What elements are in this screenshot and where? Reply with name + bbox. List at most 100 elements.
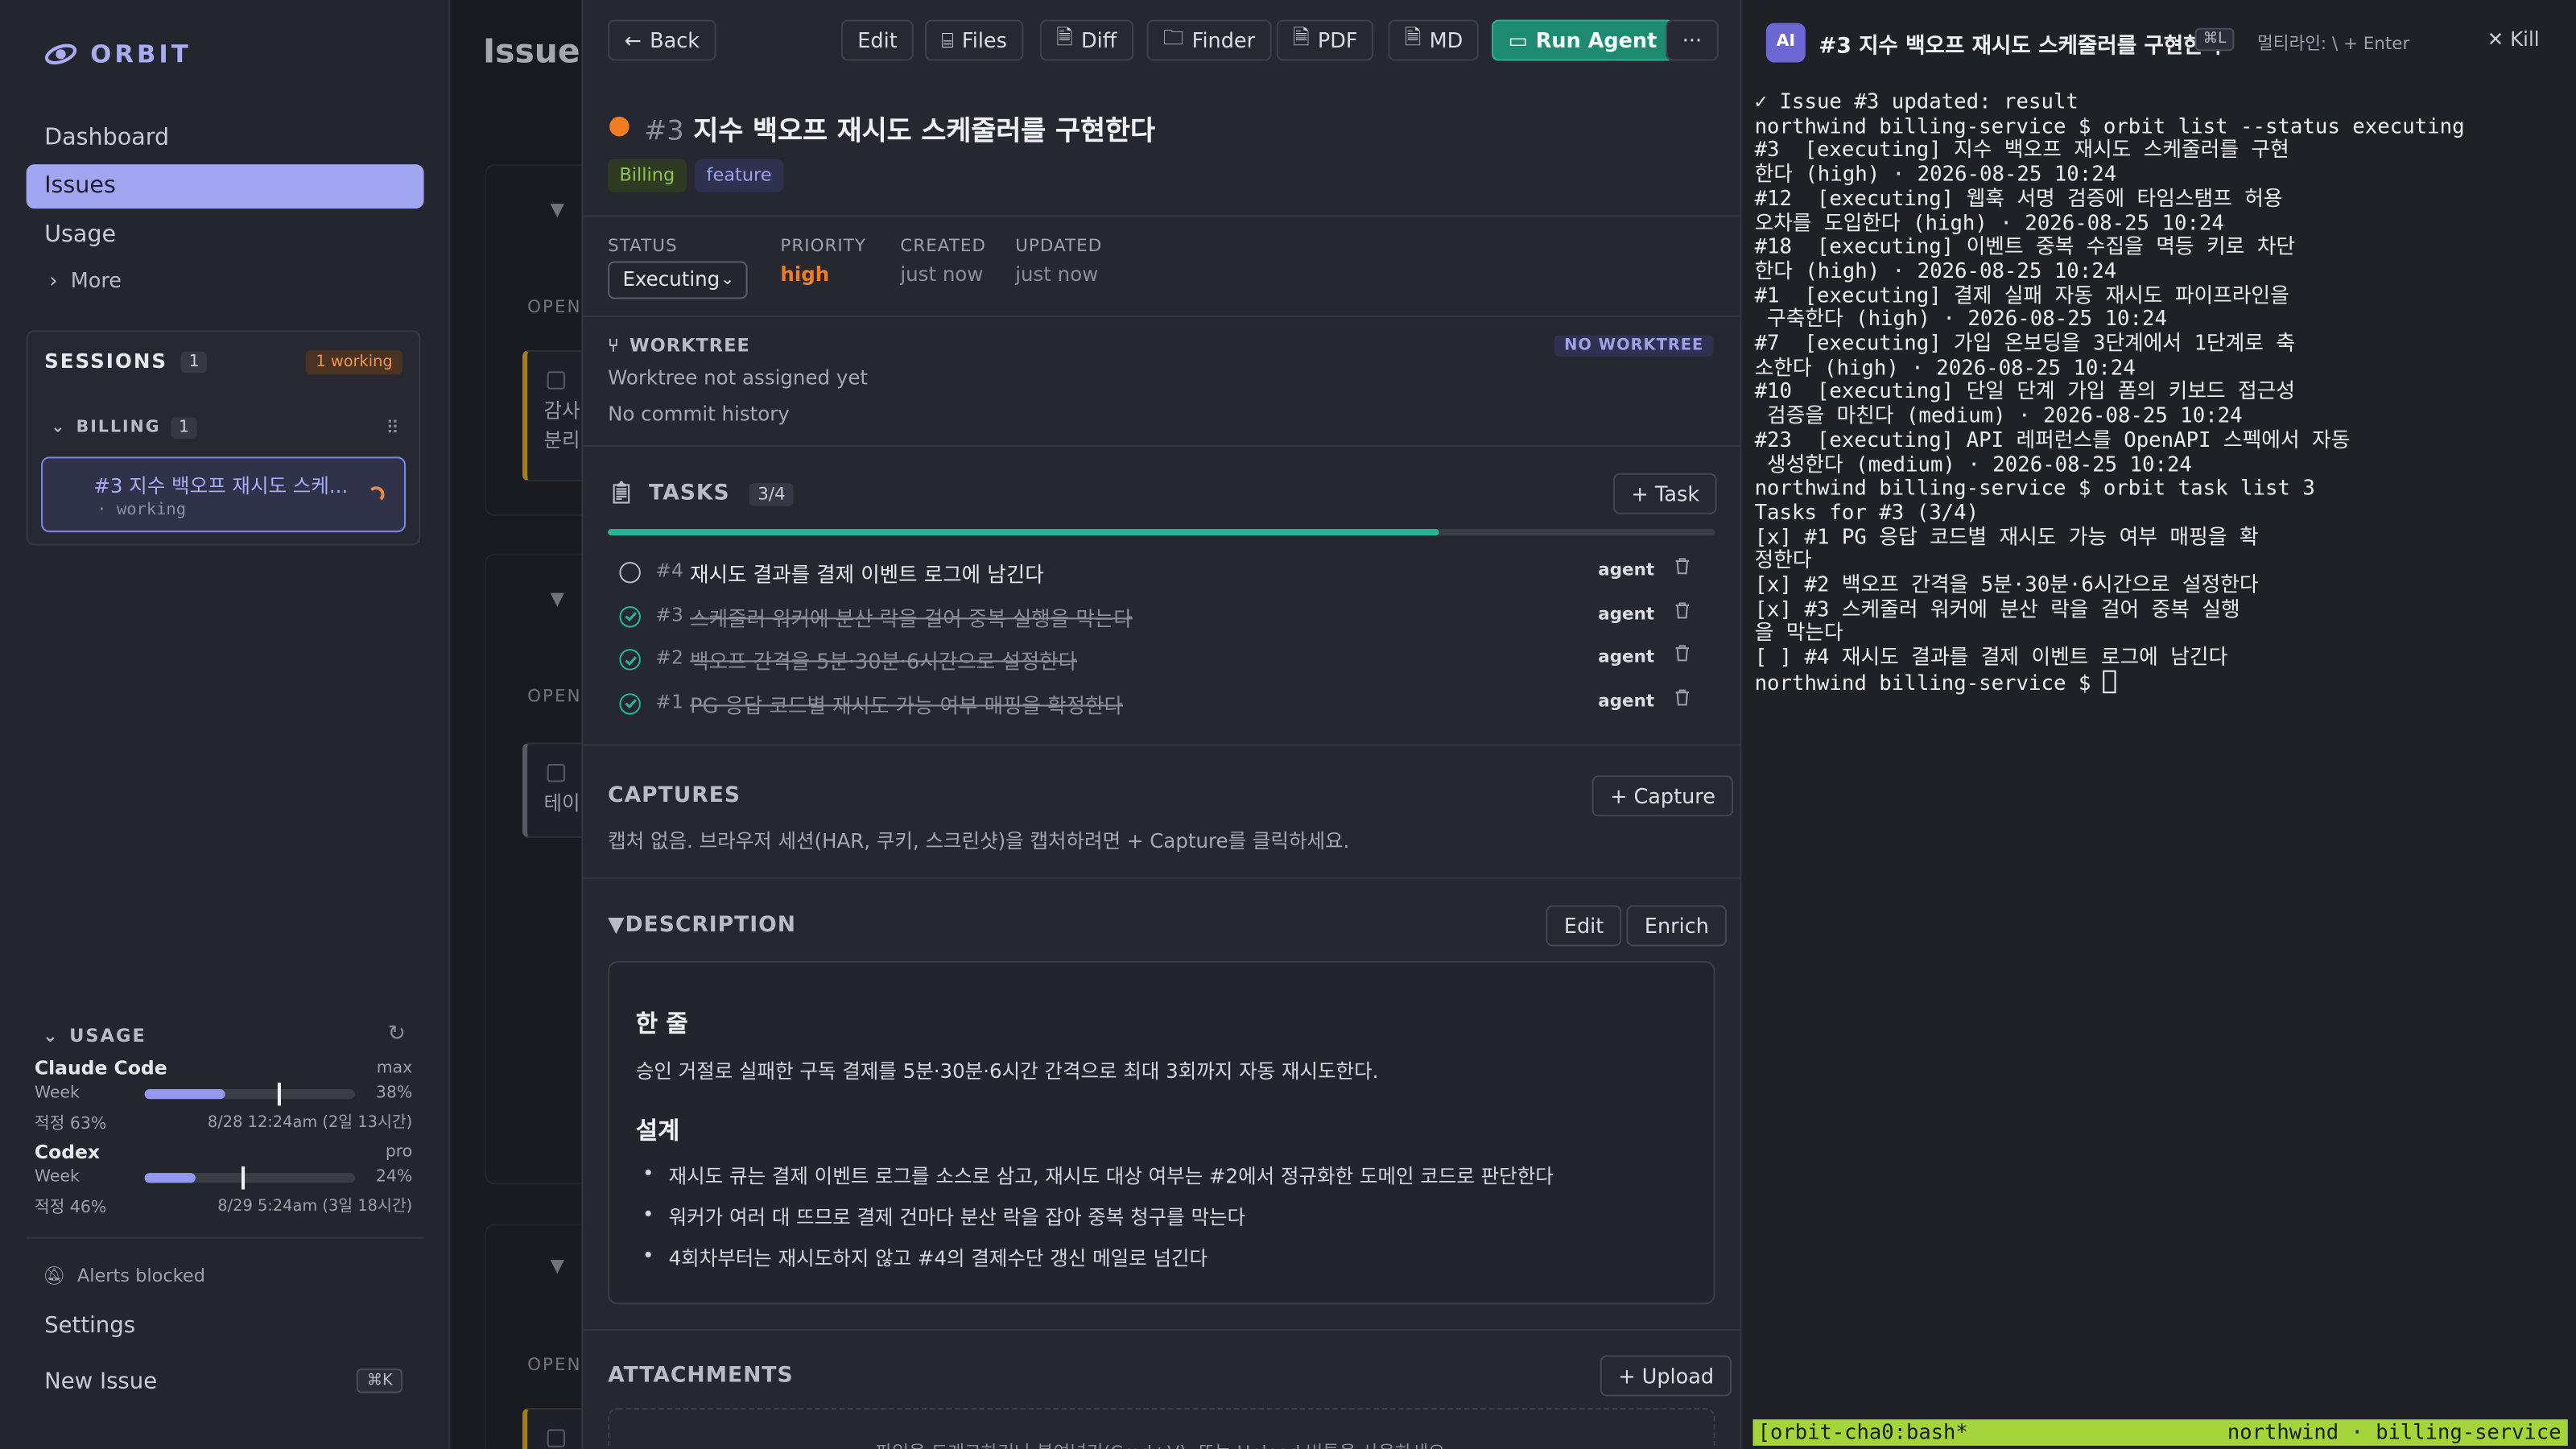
edit-button[interactable]: Edit [840,19,914,61]
created-label: CREATED [900,236,987,257]
updated-label: UPDATED [1015,236,1103,257]
terminal-line: 을 막는다 [1754,620,1843,645]
drag-handle-icon[interactable]: ⠿ [386,417,398,439]
file-pdf-icon: 🗎︎ [1293,24,1310,50]
description-toggle[interactable]: ▼DESCRIPTION [608,914,796,939]
terminal-shortcut: ⌘L [2194,27,2235,52]
chat-icon: ▭ [1508,27,1528,53]
priority-value: high [780,262,830,287]
nav-more[interactable]: › More [49,268,122,293]
description-body: 한 줄 승인 거절로 실패한 구독 결제를 5분·30분·6시간 간격으로 최대… [608,960,1715,1305]
edit-description-button[interactable]: Edit [1546,905,1622,947]
sessions-header: SESSIONS 1 [44,350,208,373]
terminal-line: Tasks for #3 (3/4) [1754,499,1979,524]
terminal-output[interactable]: ✓ Issue #3 updated: result northwind bill… [1754,89,2570,696]
alerts-label: Alerts blocked [76,1265,205,1286]
session-status: · working [97,501,186,519]
nav-usage[interactable]: Usage [27,213,424,258]
usage-header[interactable]: ⌄ USAGE [43,1025,147,1046]
tag-feature[interactable]: feature [695,159,783,192]
usage-percent: 24% [375,1168,413,1187]
agent-terminal[interactable]: AI #3 지수 백오프 재시도 스케줄러를 구현한다 ⌘L 멀티라인: \ +… [1743,0,2576,1449]
session-group-name: BILLING [76,419,161,437]
upload-button[interactable]: + Upload [1600,1355,1732,1397]
kill-label: Kill [2510,27,2540,52]
usage-name: Claude Code [34,1056,167,1080]
task-number: #4 [655,558,683,582]
divider [583,877,1740,879]
bell-off-icon: 🔕︎ [43,1265,66,1286]
nav-more-label: More [70,267,122,293]
files-button[interactable]: ⌸ Files [924,19,1024,61]
files-icon: ⌸ [941,27,954,52]
session-item[interactable]: #3 지수 백오프 재시도 스케... · working [41,456,407,533]
chevron-right-icon: › [49,267,58,293]
trash-icon[interactable] [1674,644,1690,667]
tasks-count: 3/4 [749,481,794,506]
nav-issues[interactable]: Issues [26,164,424,209]
circle-icon[interactable] [619,561,641,584]
task-number: #2 [655,646,683,669]
terminal-line: [x] #2 백오프 간격을 5분·30분·6시간으로 설정한다 [1754,572,2259,597]
md-button[interactable]: 🗎︎ MD [1388,19,1480,61]
status-select[interactable]: Executing ⌄ [608,261,748,299]
task-text: PG 응답 코드별 재시도 가능 여부 매핑을 확정한다 [690,692,1123,717]
finder-button[interactable]: 🗀︎ Finder [1146,19,1272,61]
check-circle-icon[interactable] [619,649,641,671]
sidebar: ORBIT Dashboard Issues Usage › More SESS… [0,0,451,1449]
tasks-title: TASKS [649,481,730,506]
task-row[interactable]: #4 재시도 결과를 결제 이벤트 로그에 남긴다 agent [619,557,1703,590]
nav-settings[interactable]: Settings [44,1313,135,1340]
trash-icon[interactable] [1674,687,1690,711]
task-row[interactable]: #1 PG 응답 코드별 재시도 가능 여부 매핑을 확정한다 agent [619,687,1703,720]
trash-icon[interactable] [1674,557,1690,580]
md-label: MD [1429,27,1463,53]
enrich-button[interactable]: Enrich [1626,905,1728,947]
terminal-line: 정한다 [1754,547,1812,572]
add-task-label: Task [1655,481,1700,506]
usage-bar-fill [144,1089,225,1100]
back-label: Back [650,27,700,53]
add-capture-button[interactable]: + Capture [1591,775,1734,817]
status-label: STATUS [608,236,678,257]
pdf-button[interactable]: 🗎︎ PDF [1276,19,1374,61]
task-number: #3 [655,601,683,625]
refresh-icon[interactable]: ↻ [388,1022,406,1046]
alerts-status[interactable]: 🔕︎ Alerts blocked [43,1265,205,1286]
terminal-line: #1 [executing] 결제 실패 자동 재시도 파이프라인을 [1754,282,2289,307]
check-circle-icon[interactable] [619,692,641,714]
orbit-logo-icon [44,43,77,65]
more-button[interactable]: ··· [1666,19,1719,61]
app-logo[interactable]: ORBIT [44,39,192,69]
task-row[interactable]: #3 스케줄러 워커에 분산 락을 걸어 중복 실행을 막는다 agent [619,601,1703,634]
branch-icon: ⑂ [608,335,620,357]
add-task-button[interactable]: + Task [1613,473,1718,514]
app-name: ORBIT [90,39,192,69]
terminal-line: 생성한다 (medium) · 2026-08-25 10:24 [1754,451,2192,476]
usage-plan: pro [385,1143,413,1162]
attachments-title: ATTACHMENTS [608,1363,794,1389]
status-value: Executing [622,267,720,291]
tag-billing[interactable]: Billing [608,159,687,192]
diff-button[interactable]: 🗎︎ Diff [1039,19,1133,61]
new-issue-button[interactable]: New Issue [44,1368,157,1395]
usage-target-marker [241,1166,245,1190]
back-button[interactable]: ← Back [608,19,716,61]
worktree-header: ⑂ WORKTREE [608,335,750,357]
file-diff-icon: 🗎︎ [1056,24,1073,50]
terminal-line: [x] #3 스케줄러 워커에 분산 락을 걸어 중복 실행 [1754,596,2240,621]
tasks-progress-fill [608,529,1439,536]
issue-number: #3 [643,114,684,147]
attachment-dropzone[interactable]: 파일을 드래그하거나 붙여넣기(Cmd+V), 또는 Upload 버튼을 사용… [608,1407,1715,1449]
check-circle-icon[interactable] [619,605,641,627]
kill-button[interactable]: ✕ Kill [2487,28,2540,52]
session-group-billing[interactable]: ⌄ BILLING 1 [51,417,198,439]
pdf-label: PDF [1317,27,1358,53]
nav-dashboard[interactable]: Dashboard [27,117,424,161]
divider [583,744,1740,746]
ai-badge: AI [1765,23,1806,63]
run-agent-button[interactable]: ▭ Run Agent [1492,19,1674,61]
task-row[interactable]: #2 백오프 간격을 5분·30분·6시간으로 설정한다 agent [619,644,1703,677]
task-text: 재시도 결과를 결제 이벤트 로그에 남긴다 [690,561,1044,587]
trash-icon[interactable] [1674,601,1690,624]
